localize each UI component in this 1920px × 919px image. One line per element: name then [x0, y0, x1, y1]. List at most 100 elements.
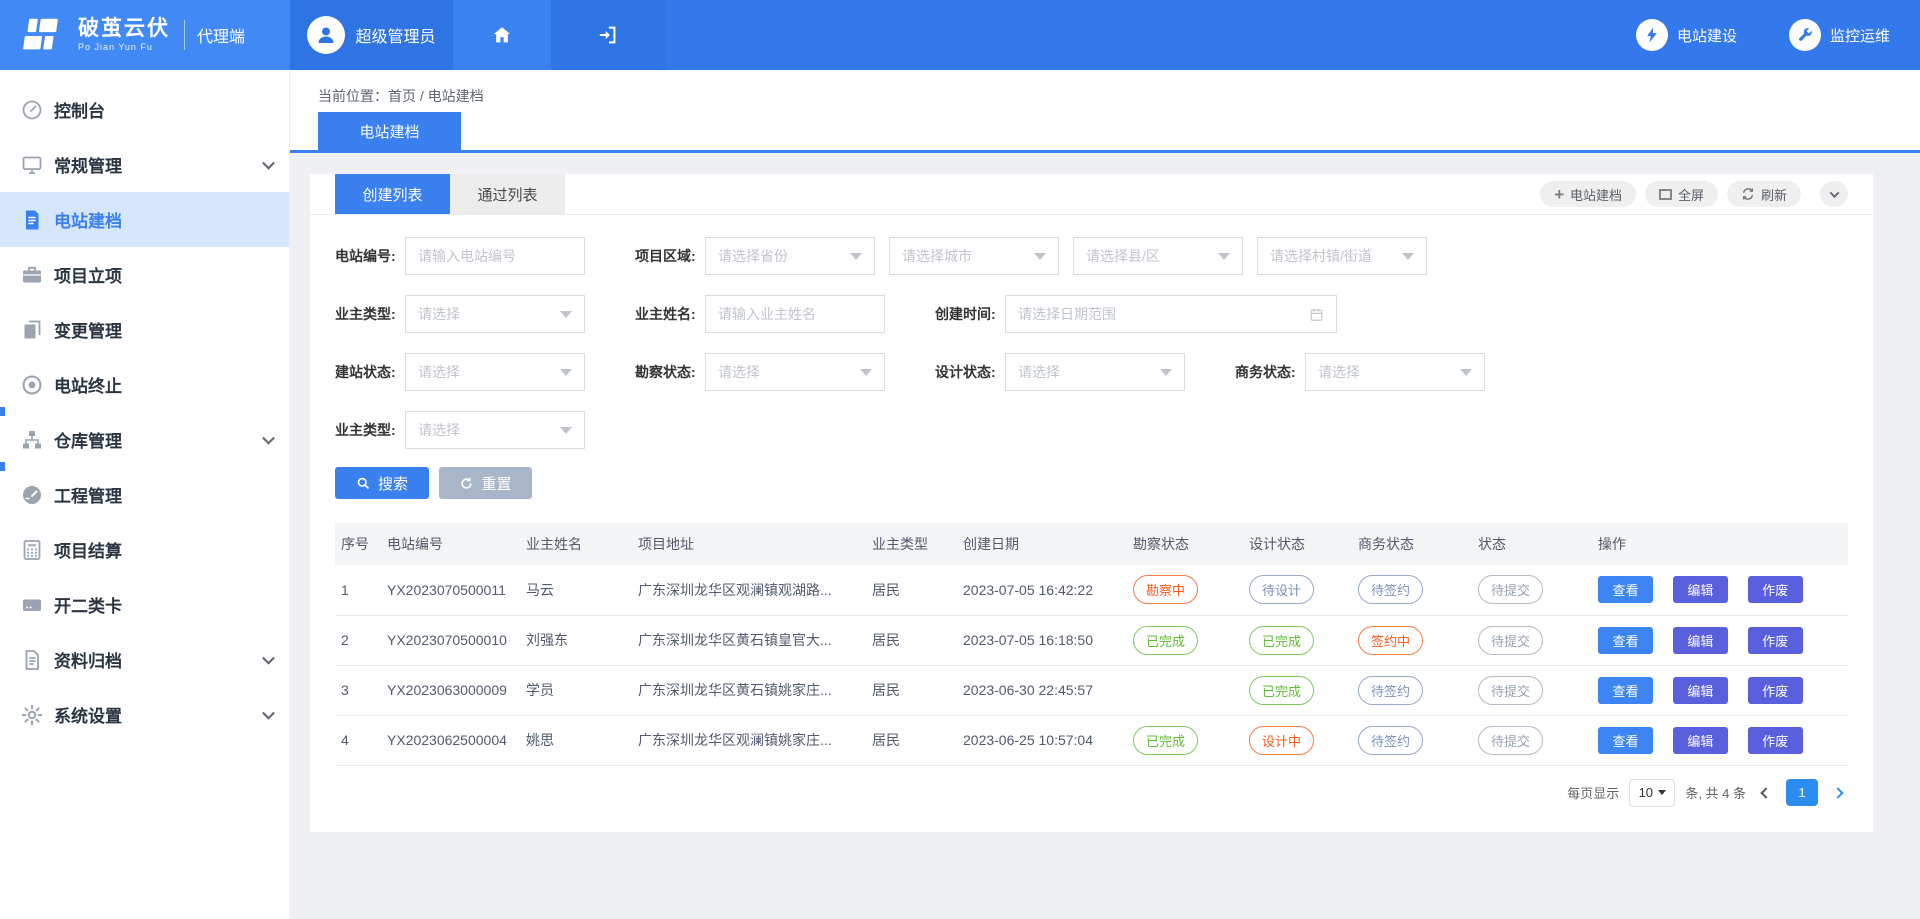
per-page-value: 10: [1639, 785, 1653, 800]
survey-status-badge: 已完成: [1133, 726, 1198, 755]
breadcrumb-home-link[interactable]: 首页: [388, 88, 416, 104]
logo-block: 破茧云伏 Po Jian Yun Fu 代理端: [0, 0, 290, 70]
edit-button[interactable]: 编辑: [1673, 576, 1728, 603]
view-button[interactable]: 查看: [1598, 627, 1653, 654]
tab-create-list[interactable]: 创建列表: [335, 174, 450, 214]
table-header-row: 序号 电站编号 业主姓名 项目地址 业主类型 创建日期 勘察状态 设计状态 商务…: [335, 523, 1848, 565]
nav-monitor-ops[interactable]: 监控运维: [1789, 19, 1890, 51]
caret-down-icon: [560, 311, 572, 318]
col-station-code: 电站编号: [381, 523, 520, 565]
sidebar-item-engineering-mgmt[interactable]: 工程管理: [0, 467, 289, 522]
nav-station-build[interactable]: 电站建设: [1636, 19, 1737, 51]
tab-passed-list[interactable]: 通过列表: [450, 174, 565, 214]
cell-owner-type: 居民: [866, 715, 957, 765]
cell-owner-type: 居民: [866, 665, 957, 715]
status-badge: 待提交: [1478, 726, 1543, 755]
reset-button[interactable]: 重置: [439, 467, 532, 499]
business-status-badge: 待签约: [1358, 726, 1423, 755]
town-select[interactable]: 请选择村镇/街道: [1257, 237, 1427, 275]
copy-icon: [20, 318, 44, 342]
station-code-input[interactable]: [405, 237, 585, 275]
business-status-select[interactable]: 请选择: [1305, 353, 1485, 391]
home-button[interactable]: [453, 0, 551, 70]
pagination-page-1[interactable]: 1: [1786, 779, 1818, 806]
county-select[interactable]: 请选择县/区: [1073, 237, 1243, 275]
sidebar-item-data-archive[interactable]: 资料归档: [0, 632, 289, 687]
caret-down-icon: [1160, 369, 1172, 376]
user-menu[interactable]: 超级管理员: [290, 0, 453, 70]
city-select[interactable]: 请选择城市: [889, 237, 1059, 275]
fullscreen-button[interactable]: 全屏: [1645, 181, 1718, 207]
breadcrumb-prefix: 当前位置：: [318, 88, 388, 104]
caret-down-icon: [560, 427, 572, 434]
survey-status-badge: 已完成: [1133, 626, 1198, 655]
table-row: 2 YX2023070500010 刘强东 广东深圳龙华区黄石镇皇官大... 居…: [335, 615, 1848, 665]
survey-status-select[interactable]: 请选择: [705, 353, 885, 391]
sidebar-item-station-archive[interactable]: 电站建档: [0, 192, 289, 247]
breadcrumb-separator: /: [420, 88, 424, 104]
cell-station-code: YX2023070500011: [381, 565, 520, 615]
sitemap-icon: [20, 428, 44, 452]
design-status-select[interactable]: 请选择: [1005, 353, 1185, 391]
sidebar-item-warehouse-mgmt[interactable]: 仓库管理: [0, 412, 289, 467]
logo-text: 破茧云伏 Po Jian Yun Fu: [78, 18, 170, 52]
sidebar-item-station-terminate[interactable]: 电站终止: [0, 357, 289, 412]
date-range-picker[interactable]: 请选择日期范围: [1005, 295, 1337, 333]
sidebar-item-project-initiation[interactable]: 项目立项: [0, 247, 289, 302]
cell-owner-name: 学员: [520, 665, 632, 715]
col-status: 状态: [1472, 523, 1592, 565]
sidebar-item-label: 工程管理: [54, 482, 122, 507]
create-station-button[interactable]: 电站建档: [1540, 181, 1636, 207]
owner-type-select[interactable]: 请选择: [405, 295, 585, 333]
void-button[interactable]: 作废: [1748, 627, 1803, 654]
refresh-button[interactable]: 刷新: [1727, 181, 1801, 207]
owner-type-select-2[interactable]: 请选择: [405, 411, 585, 449]
logout-button[interactable]: [551, 0, 665, 70]
owner-name-input[interactable]: [705, 295, 885, 333]
cell-station-code: YX2023063000009: [381, 665, 520, 715]
cell-address: 广东深圳龙华区观澜镇姚家庄...: [632, 715, 866, 765]
col-owner-type: 业主类型: [866, 523, 957, 565]
void-button[interactable]: 作废: [1748, 727, 1803, 754]
filter-label-business-status: 商务状态:: [1235, 362, 1305, 382]
archive-icon: [20, 648, 44, 672]
province-select[interactable]: 请选择省份: [705, 237, 875, 275]
sidebar-item-console[interactable]: 控制台: [0, 82, 289, 137]
sidebar-item-change-mgmt[interactable]: 变更管理: [0, 302, 289, 357]
pagination-prev-button[interactable]: [1756, 779, 1776, 806]
pagination-next-button[interactable]: [1828, 779, 1848, 806]
build-status-select[interactable]: 请选择: [405, 353, 585, 391]
view-button[interactable]: 查看: [1598, 576, 1653, 603]
per-page-select[interactable]: 10: [1629, 779, 1675, 807]
view-button[interactable]: 查看: [1598, 677, 1653, 704]
void-button[interactable]: 作废: [1748, 576, 1803, 603]
col-business-status: 商务状态: [1352, 523, 1472, 565]
collapse-toolbar-button[interactable]: [1820, 181, 1848, 207]
table-row: 4 YX2023062500004 姚思 广东深圳龙华区观澜镇姚家庄... 居民…: [335, 715, 1848, 765]
sidebar-item-label: 变更管理: [54, 317, 122, 342]
sidebar-item-general-mgmt[interactable]: 常规管理: [0, 137, 289, 192]
edit-button[interactable]: 编辑: [1673, 727, 1728, 754]
scroll-indicator: [0, 462, 5, 471]
view-button[interactable]: 查看: [1598, 727, 1653, 754]
sidebar-item-open-type2-card[interactable]: 开二类卡: [0, 577, 289, 632]
void-button[interactable]: 作废: [1748, 677, 1803, 704]
cell-owner-type: 居民: [866, 565, 957, 615]
col-index: 序号: [335, 523, 381, 565]
page-tab-station-archive[interactable]: 电站建档: [318, 112, 461, 150]
edit-button[interactable]: 编辑: [1673, 677, 1728, 704]
panel-card: 创建列表 通过列表 电站建档 全屏: [310, 174, 1873, 832]
cell-owner-name: 姚思: [520, 715, 632, 765]
chevron-down-icon: [262, 706, 275, 719]
cell-address: 广东深圳龙华区黄石镇皇官大...: [632, 615, 866, 665]
sidebar-item-project-settlement[interactable]: 项目结算: [0, 522, 289, 577]
caret-down-icon: [850, 253, 862, 260]
per-page-label: 每页显示: [1567, 783, 1619, 802]
calendar-icon: [1309, 307, 1324, 322]
search-button[interactable]: 搜索: [335, 467, 429, 499]
pagination: 每页显示 10 条, 共 4 条 1: [335, 779, 1848, 807]
cell-created: 2023-06-30 22:45:57: [957, 665, 1127, 715]
cell-created: 2023-07-05 16:18:50: [957, 615, 1127, 665]
sidebar-item-system-settings[interactable]: 系统设置: [0, 687, 289, 742]
edit-button[interactable]: 编辑: [1673, 627, 1728, 654]
